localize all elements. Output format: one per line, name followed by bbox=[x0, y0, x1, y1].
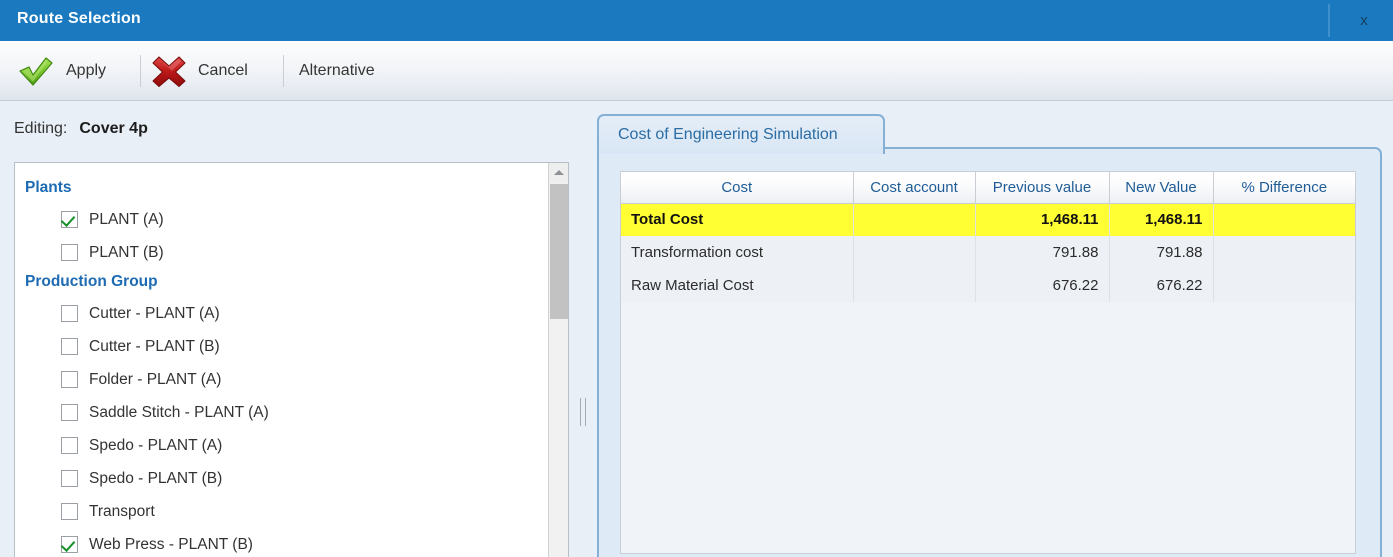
list-scrollbar[interactable] bbox=[548, 163, 568, 557]
window-title: Route Selection bbox=[17, 10, 141, 27]
tab-cost-of-engineering-simulation[interactable]: Cost of Engineering Simulation bbox=[597, 114, 885, 154]
cell-previous-value: 1,468.11 bbox=[975, 203, 1110, 236]
list-item-label: PLANT (A) bbox=[89, 210, 164, 228]
group-header: Plants bbox=[25, 179, 72, 196]
splitter-grip-icon bbox=[579, 398, 588, 426]
checkbox-icon[interactable] bbox=[61, 244, 78, 261]
title-bar: Route Selection x bbox=[0, 0, 1393, 41]
cell-cost-account bbox=[853, 203, 976, 236]
cancel-label: Cancel bbox=[198, 61, 248, 79]
cell-cost: Transformation cost bbox=[621, 236, 854, 269]
scrollbar-thumb[interactable] bbox=[550, 184, 568, 319]
table-row[interactable]: Transformation cost 791.88 791.88 bbox=[621, 236, 1355, 269]
table-empty-area bbox=[621, 302, 1355, 534]
cell-new-value: 676.22 bbox=[1109, 269, 1214, 302]
checkbox-icon[interactable] bbox=[61, 404, 78, 421]
cell-cost-account bbox=[853, 269, 976, 302]
checkbox-icon[interactable] bbox=[61, 305, 78, 322]
table-header-row: Cost Cost account Previous value New Val… bbox=[621, 172, 1355, 204]
group-header: Production Group bbox=[25, 273, 158, 290]
cell-pct-difference bbox=[1213, 269, 1355, 302]
cell-pct-difference bbox=[1213, 203, 1355, 236]
list-item-label: Spedo - PLANT (A) bbox=[89, 436, 223, 454]
checkbox-icon[interactable] bbox=[61, 503, 78, 520]
list-item[interactable]: Cutter - PLANT (B) bbox=[15, 330, 549, 363]
list-item[interactable]: Saddle Stitch - PLANT (A) bbox=[15, 396, 549, 429]
editing-row: Editing: Cover 4p bbox=[14, 120, 148, 138]
list-item-label: Folder - PLANT (A) bbox=[89, 370, 222, 388]
cell-previous-value: 791.88 bbox=[975, 236, 1110, 269]
cell-cost: Total Cost bbox=[621, 203, 854, 236]
cell-previous-value: 676.22 bbox=[975, 269, 1110, 302]
checkbox-icon[interactable] bbox=[61, 470, 78, 487]
column-header-pct-difference[interactable]: % Difference bbox=[1213, 172, 1355, 204]
cell-pct-difference bbox=[1213, 236, 1355, 269]
list-item[interactable]: PLANT (A) bbox=[15, 203, 549, 236]
editing-label: Editing: bbox=[14, 120, 68, 137]
table-row[interactable]: Raw Material Cost 676.22 676.22 bbox=[621, 269, 1355, 302]
editing-value: Cover 4p bbox=[79, 120, 148, 137]
cell-new-value: 791.88 bbox=[1109, 236, 1214, 269]
checkbox-icon[interactable] bbox=[61, 371, 78, 388]
close-icon[interactable]: x bbox=[1347, 10, 1381, 32]
titlebar-divider bbox=[1328, 4, 1330, 37]
tab-label: Cost of Engineering Simulation bbox=[618, 126, 838, 143]
close-x-icon bbox=[150, 53, 188, 89]
toolbar-divider-1 bbox=[140, 55, 141, 87]
alternative-button[interactable]: Alternative bbox=[299, 41, 375, 100]
alternative-label: Alternative bbox=[299, 61, 375, 79]
checkbox-icon[interactable] bbox=[61, 338, 78, 355]
apply-button[interactable]: Apply bbox=[16, 41, 106, 100]
column-header-cost[interactable]: Cost bbox=[621, 172, 854, 204]
checkbox-checked-icon[interactable] bbox=[61, 536, 78, 553]
apply-label: Apply bbox=[66, 61, 107, 79]
column-header-previous-value[interactable]: Previous value bbox=[975, 172, 1110, 204]
checkbox-icon[interactable] bbox=[61, 437, 78, 454]
list-item-label: Cutter - PLANT (B) bbox=[89, 337, 220, 355]
toolbar: Apply Cancel Alternative bbox=[0, 41, 1393, 101]
cost-table: Cost Cost account Previous value New Val… bbox=[621, 172, 1355, 302]
column-header-new-value[interactable]: New Value bbox=[1109, 172, 1214, 204]
route-selection-window: Route Selection x Apply Cancel Alternati… bbox=[0, 0, 1393, 557]
list-item[interactable]: Cutter - PLANT (A) bbox=[15, 297, 549, 330]
list-item[interactable]: Folder - PLANT (A) bbox=[15, 363, 549, 396]
list-item-label: PLANT (B) bbox=[89, 243, 164, 261]
cell-new-value: 1,468.11 bbox=[1109, 203, 1214, 236]
cancel-button[interactable]: Cancel bbox=[150, 41, 248, 100]
check-icon bbox=[16, 54, 54, 88]
list-item[interactable]: Web Press - PLANT (B) bbox=[15, 528, 549, 557]
cell-cost-account bbox=[853, 236, 976, 269]
list-item-label: Web Press - PLANT (B) bbox=[89, 535, 253, 553]
checkbox-checked-icon[interactable] bbox=[61, 211, 78, 228]
cell-cost: Raw Material Cost bbox=[621, 269, 854, 302]
list-item[interactable]: Transport bbox=[15, 495, 549, 528]
route-list-panel: Plants PLANT (A) PLANT (B) Production Group… bbox=[14, 162, 569, 557]
list-item-label: Cutter - PLANT (A) bbox=[89, 304, 220, 322]
cost-table-container: Cost Cost account Previous value New Val… bbox=[620, 171, 1356, 554]
route-list: Plants PLANT (A) PLANT (B) Production Group… bbox=[15, 163, 549, 557]
list-item[interactable]: Spedo - PLANT (A) bbox=[15, 429, 549, 462]
list-item-label: Transport bbox=[89, 502, 155, 520]
table-row[interactable]: Total Cost 1,468.11 1,468.11 bbox=[621, 203, 1355, 236]
list-item-label: Saddle Stitch - PLANT (A) bbox=[89, 403, 269, 421]
column-header-cost-account[interactable]: Cost account bbox=[853, 172, 976, 204]
scroll-up-arrow-icon[interactable] bbox=[549, 163, 568, 182]
list-item-label: Spedo - PLANT (B) bbox=[89, 469, 223, 487]
panel-splitter[interactable] bbox=[575, 110, 591, 557]
toolbar-divider-2 bbox=[283, 55, 284, 87]
list-item[interactable]: Spedo - PLANT (B) bbox=[15, 462, 549, 495]
list-item[interactable]: PLANT (B) bbox=[15, 236, 549, 269]
